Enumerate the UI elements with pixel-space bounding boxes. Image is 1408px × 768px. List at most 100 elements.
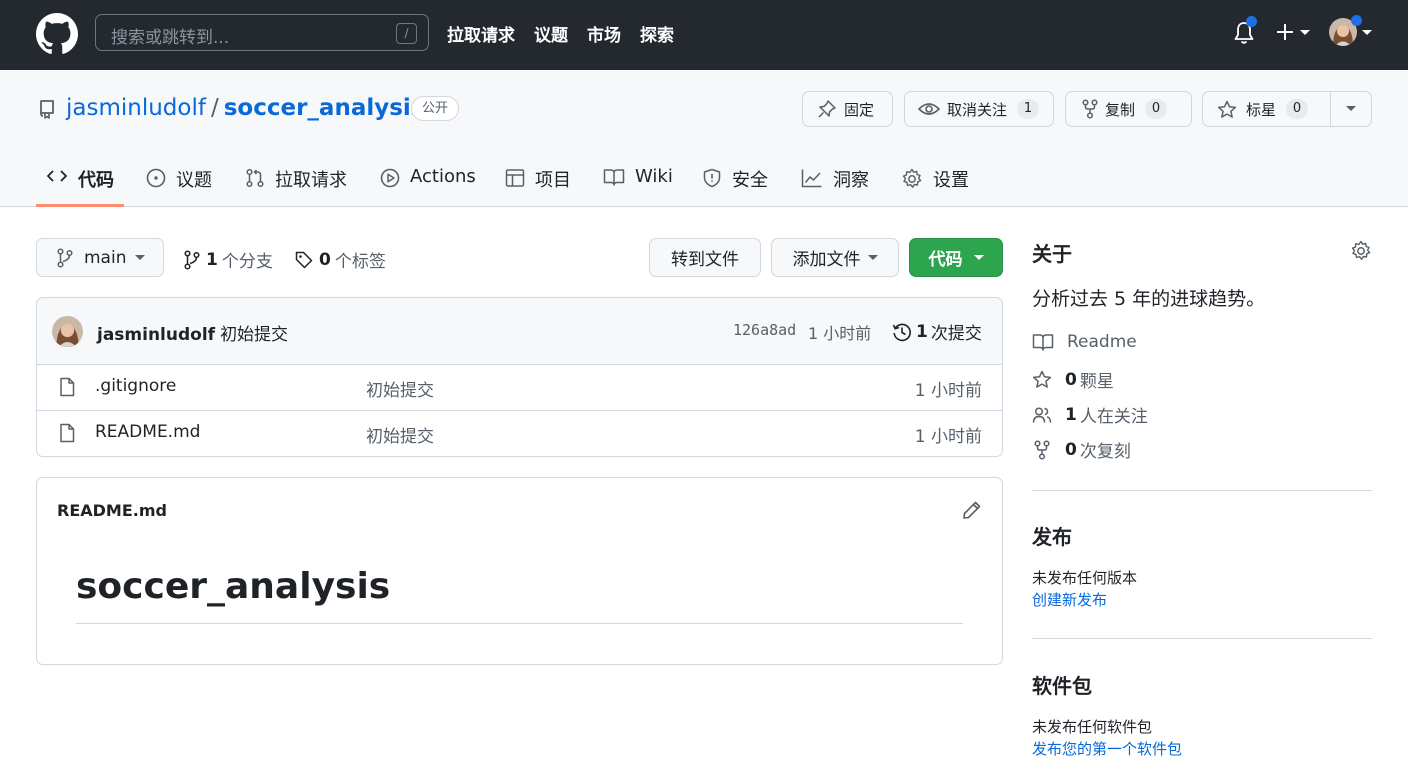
chevron-down-icon [1362, 30, 1372, 35]
file-commit-message-link[interactable]: 初始提交 [366, 422, 434, 447]
readme-link-label: Readme [1067, 332, 1137, 352]
commit-history-link[interactable]: 1 次提交 [892, 319, 982, 344]
file-name-link[interactable]: README.md [95, 422, 200, 442]
watchers-link[interactable]: 1 人在关注 [1032, 402, 1148, 427]
create-new-button[interactable] [1274, 20, 1314, 44]
create-release-link[interactable]: 创建新发布 [1032, 589, 1107, 610]
releases-empty-text: 未发布任何版本 [1032, 569, 1138, 587]
nav-explore[interactable]: 探索 [640, 21, 674, 46]
book-icon [603, 169, 625, 186]
avatar[interactable] [52, 316, 83, 347]
pull-request-icon [246, 168, 264, 188]
branches-label: 个分支 [221, 252, 273, 272]
file-commit-time: 1 小时前 [914, 427, 982, 447]
notification-indicator [1246, 16, 1257, 27]
tab-wiki-label: Wiki [635, 166, 673, 187]
file-name-link[interactable]: .gitignore [95, 376, 176, 396]
pin-icon [818, 100, 836, 118]
add-file-button[interactable]: 添加文件 [771, 238, 899, 277]
latest-commit: jasminludolf 初始提交 126a8ad 1 小时前 1 次提交 [37, 298, 1002, 365]
unwatch-button[interactable]: 取消关注 1 [904, 91, 1054, 127]
tab-insights-label: 洞察 [833, 170, 869, 191]
pin-button[interactable]: 固定 [802, 91, 893, 127]
pencil-icon[interactable] [962, 500, 982, 520]
file-commit-time: 1 小时前 [914, 381, 982, 401]
forks-count: 0 [1065, 439, 1077, 460]
tab-pull-requests[interactable]: 拉取请求 [245, 160, 347, 207]
tab-issues-label: 议题 [176, 170, 212, 191]
branch-icon [57, 247, 73, 268]
tab-issues[interactable]: 议题 [146, 160, 212, 207]
chevron-down-icon [867, 254, 878, 260]
global-nav: 拉取请求 议题 市场 探索 [447, 21, 674, 46]
star-count: 0 [1286, 99, 1309, 119]
file-icon [60, 423, 75, 443]
repo-header: jasminludolf / soccer_analysis 公开 固定 取消关注 … [0, 70, 1408, 207]
forks-link[interactable]: 0 次复刻 [1032, 437, 1131, 462]
branch-name: main [84, 247, 127, 268]
repo-icon [40, 100, 54, 119]
code-icon [47, 170, 67, 182]
chevron-down-icon [135, 254, 146, 260]
code-button[interactable]: 代码 [909, 238, 1003, 277]
star-button-group: 标星 0 [1202, 91, 1372, 127]
user-menu[interactable] [1329, 15, 1373, 48]
branch-select[interactable]: main [36, 238, 164, 277]
branches-count: 1 [206, 249, 218, 270]
fork-icon [1082, 99, 1098, 119]
gear-icon[interactable] [1350, 240, 1372, 262]
fork-button[interactable]: 复制 0 [1065, 91, 1192, 127]
notifications-button[interactable] [1232, 16, 1257, 46]
packages-empty-text: 未发布任何软件包 [1032, 718, 1153, 736]
tag-icon [295, 251, 313, 268]
search-input[interactable]: 搜索或跳转到... / [95, 14, 429, 51]
github-logo-icon[interactable] [36, 13, 78, 55]
visibility-badge: 公开 [411, 96, 460, 121]
tab-code[interactable]: 代码 [36, 160, 124, 207]
commit-author-link[interactable]: jasminludolf [97, 325, 215, 345]
star-button[interactable]: 标星 0 [1203, 92, 1331, 126]
tab-projects[interactable]: 项目 [505, 160, 571, 207]
publish-package-link[interactable]: 发布您的第一个软件包 [1032, 738, 1182, 759]
stargazers-link[interactable]: 0 颗星 [1032, 367, 1114, 392]
nav-marketplace[interactable]: 市场 [587, 21, 621, 46]
repo-title: jasminludolf / soccer_analysis [66, 95, 424, 121]
tab-settings[interactable]: 设置 [901, 160, 969, 207]
tab-actions-label: Actions [410, 166, 476, 187]
packages-heading: 软件包 [1032, 674, 1092, 698]
star-lists-dropdown[interactable] [1331, 92, 1371, 126]
tab-security[interactable]: 安全 [702, 160, 768, 207]
go-to-file-button[interactable]: 转到文件 [649, 238, 761, 277]
releases-heading: 发布 [1032, 525, 1072, 549]
repo-owner-link[interactable]: jasminludolf [66, 95, 206, 121]
tags-count: 0 [319, 249, 331, 270]
commit-hash-link[interactable]: 126a8ad [733, 321, 796, 339]
chevron-down-icon [1346, 106, 1356, 111]
go-to-file-label: 转到文件 [671, 250, 739, 270]
repo-name-link[interactable]: soccer_analysis [224, 95, 425, 121]
fork-label: 复制 [1105, 100, 1136, 119]
tab-actions[interactable]: Actions [380, 160, 476, 207]
search-placeholder: 搜索或跳转到... [111, 28, 230, 48]
search-shortcut-key: / [396, 23, 417, 44]
nav-issues[interactable]: 议题 [534, 21, 568, 46]
tags-link[interactable]: 0 个标签 [295, 247, 386, 272]
file-commit-message-link[interactable]: 初始提交 [366, 376, 434, 401]
readme-link[interactable]: Readme [1032, 332, 1137, 352]
nav-pull-requests[interactable]: 拉取请求 [447, 21, 515, 46]
pin-label: 固定 [844, 100, 875, 119]
star-label: 标星 [1246, 100, 1277, 119]
watch-count: 1 [1017, 99, 1040, 119]
chevron-down-icon [1300, 30, 1310, 35]
shield-icon [703, 168, 721, 188]
tab-insights[interactable]: 洞察 [801, 160, 869, 207]
commit-time: 1 小时前 [808, 324, 872, 343]
sidebar-divider [1032, 638, 1372, 639]
commit-count: 1 [916, 321, 928, 342]
tab-wiki[interactable]: Wiki [603, 160, 673, 207]
commit-message-link[interactable]: 初始提交 [220, 325, 288, 345]
global-header: 搜索或跳转到... / 拉取请求 议题 市场 探索 [0, 0, 1408, 70]
tab-projects-label: 项目 [535, 170, 571, 191]
branches-link[interactable]: 1 个分支 [184, 247, 273, 272]
forks-label: 次复刻 [1079, 442, 1131, 462]
